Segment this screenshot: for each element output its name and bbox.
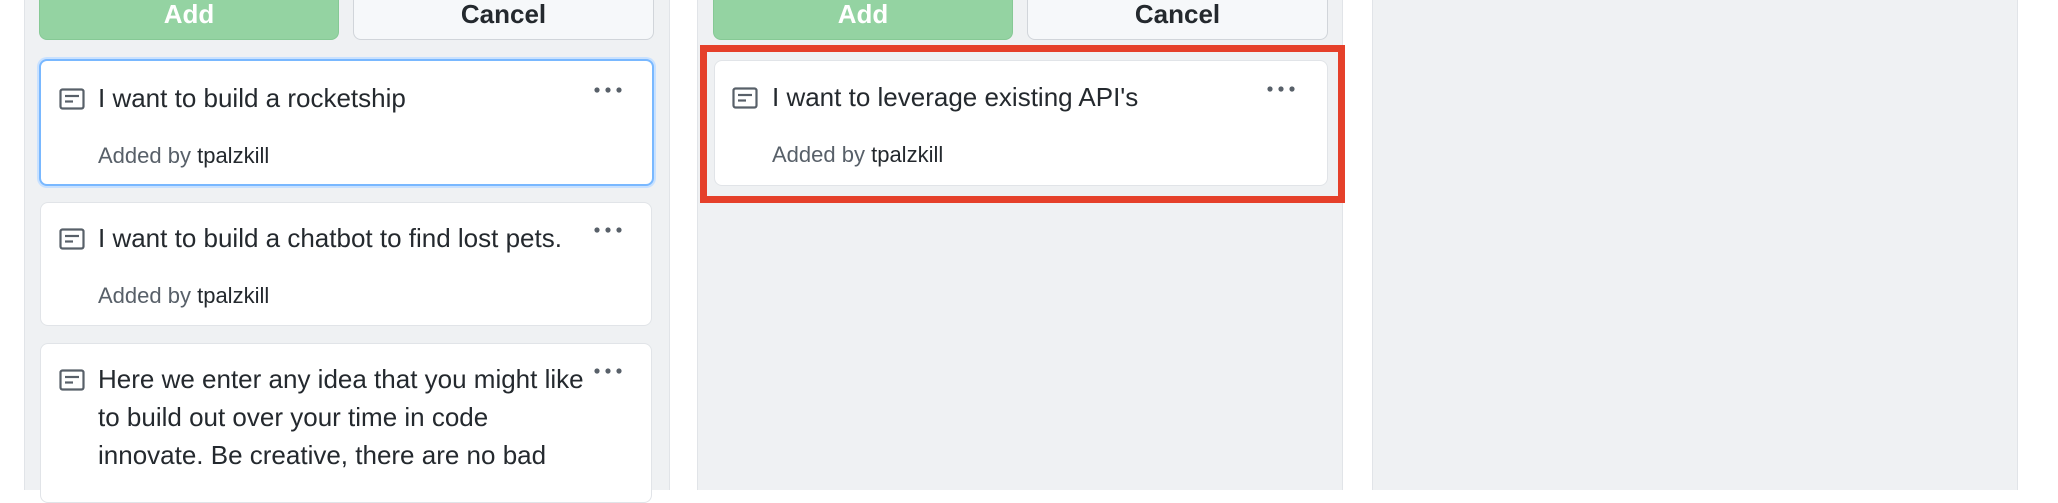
card-title-line: to build out over your time in code (98, 402, 489, 432)
author-link[interactable]: tpalzkill (197, 283, 269, 308)
card-meta: Added by tpalzkill (98, 143, 269, 169)
card-meta: Added by tpalzkill (98, 283, 269, 309)
note-icon (59, 88, 85, 110)
cancel-button[interactable]: Cancel (353, 0, 654, 40)
add-button[interactable]: Add (713, 0, 1013, 40)
card-title: I want to build a rocketship (98, 83, 406, 113)
note-icon (59, 369, 85, 391)
card-title-line: innovate. Be creative, there are no bad (98, 440, 547, 470)
card-menu-icon[interactable] (593, 85, 623, 95)
added-by-label: Added by (98, 283, 191, 308)
note-icon (59, 228, 85, 250)
card-title: I want to build a chatbot to find lost p… (98, 223, 562, 253)
card-menu-icon[interactable] (593, 366, 623, 376)
cancel-button[interactable]: Cancel (1027, 0, 1328, 40)
card-title-line: Here we enter any idea that you might li… (98, 364, 584, 394)
note-card[interactable]: Here we enter any idea that you might li… (40, 343, 652, 503)
author-link[interactable]: tpalzkill (197, 143, 269, 168)
added-by-label: Added by (98, 143, 191, 168)
note-card[interactable]: I want to build a chatbot to find lost p… (40, 202, 652, 326)
card-menu-icon[interactable] (593, 225, 623, 235)
project-column-3 (1372, 0, 2018, 490)
add-button[interactable]: Add (39, 0, 339, 40)
highlight-box (700, 45, 1345, 203)
note-card[interactable]: I want to build a rocketship Added by tp… (39, 59, 654, 186)
